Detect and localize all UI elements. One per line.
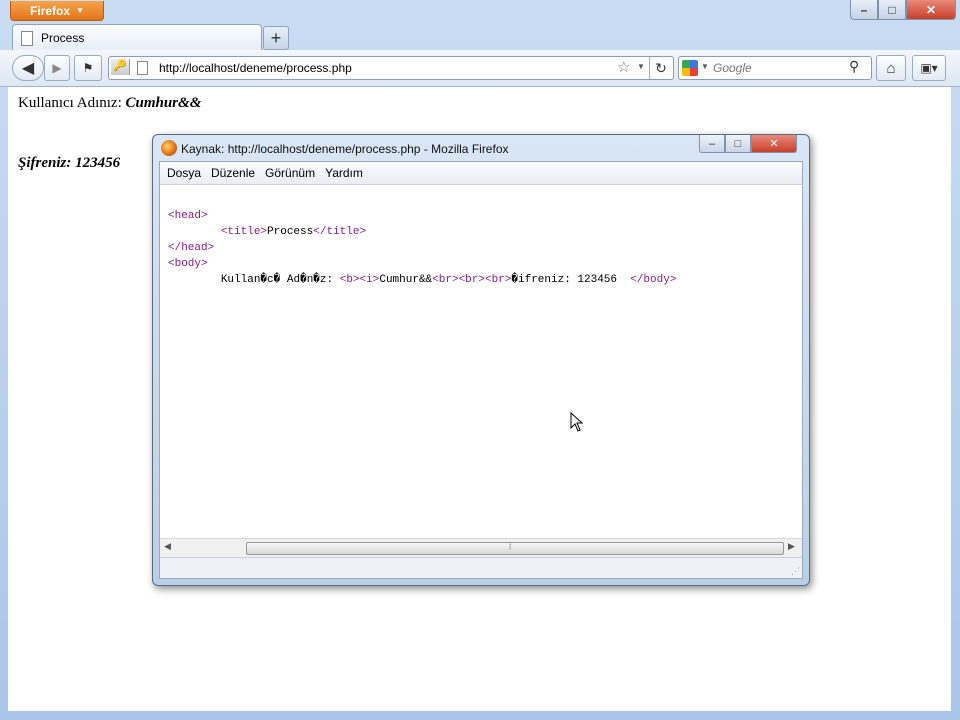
search-bar[interactable]: ▼ Google ⚲ bbox=[678, 56, 872, 80]
source-text: Cumhur&& bbox=[379, 274, 433, 286]
identity-icon: ⚑ bbox=[82, 61, 94, 75]
navigation-toolbar: ◀ ▶ ⚑ 🔑 http://localhost/deneme/process.… bbox=[0, 50, 960, 87]
source-text: �ifreniz: 123456 bbox=[511, 274, 631, 286]
source-tag: <b> bbox=[339, 274, 360, 286]
page-icon bbox=[137, 61, 148, 75]
window-controls: – □ ✕ bbox=[850, 0, 956, 20]
username-line: Kullanıcı Adınız: Cumhur&& bbox=[18, 95, 201, 112]
search-placeholder: Google bbox=[713, 61, 752, 75]
new-tab-label: + bbox=[270, 27, 282, 48]
chevron-down-icon[interactable]: ▼ bbox=[637, 62, 645, 71]
chevron-down-icon[interactable]: ▼ bbox=[701, 62, 709, 71]
back-icon: ◀ bbox=[21, 60, 35, 77]
minimize-button[interactable]: – bbox=[850, 0, 878, 20]
source-tag: <title> bbox=[220, 226, 268, 238]
minimize-button[interactable]: – bbox=[699, 135, 725, 153]
maximize-button[interactable]: □ bbox=[725, 135, 751, 153]
username-label: Kullanıcı Adınız: bbox=[18, 95, 126, 111]
source-tag: <i> bbox=[359, 274, 380, 286]
bookmark-star-icon[interactable]: ☆ bbox=[617, 58, 630, 76]
identity-button[interactable]: ⚑ bbox=[74, 55, 102, 81]
source-tag: <br> bbox=[458, 274, 485, 286]
page-icon bbox=[21, 30, 33, 46]
tab-process[interactable]: Process bbox=[12, 24, 262, 51]
source-tag: <br> bbox=[484, 274, 512, 286]
source-window-controls: – □ ✕ bbox=[699, 135, 797, 153]
url-bar[interactable]: 🔑 http://localhost/deneme/process.php ☆ … bbox=[108, 56, 674, 80]
chevron-down-icon: ▼ bbox=[76, 6, 84, 15]
scrollbar-thumb[interactable]: ⦙ bbox=[246, 541, 784, 555]
firefox-menu-label: Firefox bbox=[30, 3, 71, 18]
url-text: http://localhost/deneme/process.php bbox=[159, 61, 352, 75]
status-bar: ⋰ bbox=[160, 557, 802, 578]
source-tag: </head> bbox=[168, 242, 215, 254]
firefox-logo-icon bbox=[161, 140, 177, 156]
source-tag: <body> bbox=[168, 258, 208, 270]
maximize-button[interactable]: □ bbox=[878, 0, 906, 20]
source-tag: <head> bbox=[168, 210, 208, 222]
source-pane: Dosya Düzenle Görünüm Yardım <head> <tit… bbox=[159, 161, 803, 579]
menu-gorunum[interactable]: Görünüm bbox=[265, 166, 315, 180]
home-button[interactable]: ⌂ bbox=[876, 55, 906, 81]
search-icon[interactable]: ⚲ bbox=[849, 58, 859, 75]
close-button[interactable]: ✕ bbox=[906, 0, 956, 20]
source-tag: <br> bbox=[432, 274, 459, 286]
new-tab-button[interactable]: + bbox=[263, 26, 289, 50]
reload-icon[interactable]: ↻ bbox=[649, 57, 672, 79]
forward-icon: ▶ bbox=[52, 61, 62, 75]
forward-button[interactable]: ▶ bbox=[44, 55, 70, 81]
source-code: <head> <title>Process</title> </head> <b… bbox=[168, 208, 676, 288]
source-menubar: Dosya Düzenle Görünüm Yardım bbox=[160, 162, 802, 185]
site-identity-icon: 🔑 bbox=[111, 59, 130, 75]
source-text: Kullan�c� Ad�n�z: bbox=[220, 274, 340, 286]
menu-duzenle[interactable]: Düzenle bbox=[211, 166, 255, 180]
bookmarks-icon: ▣▾ bbox=[920, 61, 938, 75]
view-source-window[interactable]: Kaynak: http://localhost/deneme/process.… bbox=[152, 134, 810, 586]
source-window-title: Kaynak: http://localhost/deneme/process.… bbox=[181, 142, 509, 156]
home-icon: ⌂ bbox=[886, 59, 896, 77]
menu-dosya[interactable]: Dosya bbox=[167, 166, 201, 180]
source-tag: </title> bbox=[313, 226, 367, 238]
scroll-right-icon[interactable]: ▶ bbox=[788, 541, 795, 552]
menu-yardim[interactable]: Yardım bbox=[325, 166, 363, 180]
tab-title: Process bbox=[41, 31, 85, 45]
source-tag: </body> bbox=[630, 274, 677, 286]
back-button[interactable]: ◀ bbox=[12, 55, 44, 81]
scroll-left-icon[interactable]: ◀ bbox=[164, 541, 171, 552]
horizontal-scrollbar[interactable]: ◀ ⦙ ▶ bbox=[160, 538, 802, 557]
password-line: Şifreniz: 123456 bbox=[18, 155, 121, 171]
source-text: Process bbox=[267, 226, 314, 238]
resize-grip-icon[interactable]: ⋰ bbox=[791, 566, 800, 577]
close-button[interactable]: ✕ bbox=[751, 135, 797, 153]
firefox-menu-button[interactable]: Firefox ▼ bbox=[10, 1, 104, 21]
firefox-window: Firefox ▼ – □ ✕ Process + ◀ ▶ ⚑ 🔑 http:/… bbox=[0, 0, 960, 720]
bookmarks-button[interactable]: ▣▾ bbox=[912, 55, 946, 81]
username-value: Cumhur&& bbox=[125, 95, 202, 111]
grip-icon: ⦙ bbox=[509, 541, 512, 552]
google-icon bbox=[682, 60, 698, 76]
